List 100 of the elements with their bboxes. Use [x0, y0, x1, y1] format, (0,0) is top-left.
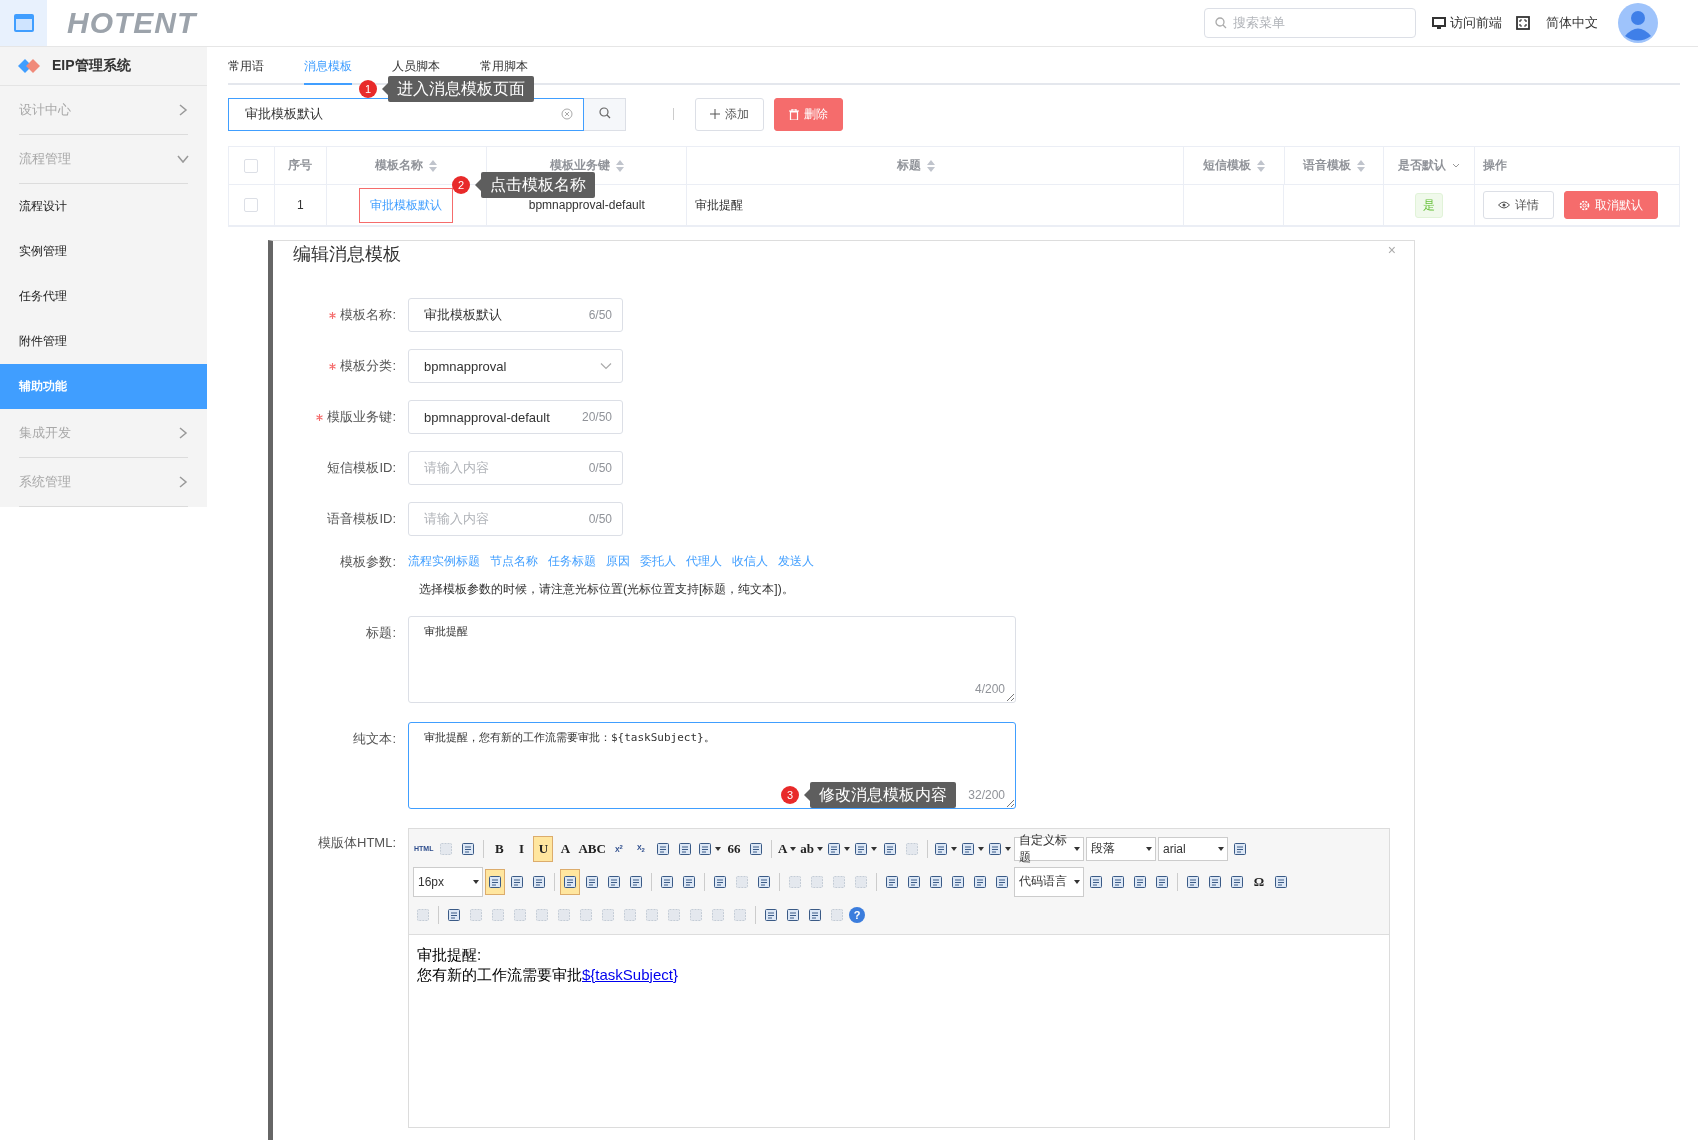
resize-handle-icon[interactable] [1006, 693, 1014, 701]
toolbar-icon [1233, 841, 1248, 856]
table-cell: bpmnapproval-default [528, 198, 645, 212]
hint-text: 选择模板参数的时候，请注意光标位置(光标位置支持[标题，纯文本])。 [418, 581, 795, 598]
annotation-tooltip: 进入消息模板页面 [388, 76, 534, 102]
table-cell: 审批提醒 [695, 196, 744, 214]
toolbar-icon [697, 841, 712, 856]
toolbar-icon [1089, 874, 1103, 889]
toolbar-button[interactable]: A [555, 835, 576, 862]
field-value: bpmnapproval [424, 358, 508, 374]
column-header: 模板业务键 [549, 157, 610, 174]
field-label: 模板分类: [340, 357, 396, 375]
input-field[interactable]: 审批模板默认 6/50 [408, 298, 623, 332]
fullscreen-icon[interactable] [1516, 16, 1530, 30]
required-asterisk-icon [329, 362, 337, 370]
toolbar-icon [563, 874, 577, 889]
plus-icon [710, 109, 720, 119]
toolbar-icon [585, 874, 599, 889]
toolbar-icon [557, 907, 571, 922]
column-header: 操作 [1482, 157, 1507, 174]
column-header: 语音模板 [1302, 157, 1351, 174]
column-header: 短信模板 [1202, 157, 1251, 174]
step-number-badge: 1 [359, 80, 377, 98]
select-field[interactable]: bpmnapproval [408, 349, 623, 383]
toolbar-dropdown[interactable]: arial [1158, 836, 1229, 861]
toolbar-button[interactable] [560, 868, 580, 895]
sidebar-item[interactable]: 实例管理 [0, 229, 207, 274]
toolbar-button[interactable]: A [776, 835, 798, 862]
field-value: bpmnapproval-default [424, 409, 551, 425]
toolbar-icon [1133, 874, 1147, 889]
toolbar-button[interactable]: U [533, 835, 554, 862]
char-counter: 32/200 [968, 788, 1005, 802]
resize-handle-icon[interactable] [1006, 799, 1014, 807]
toolbar-button[interactable]: I [511, 835, 532, 862]
char-counter: 0/50 [588, 461, 612, 475]
toolbar-dropdown[interactable]: 16px [413, 866, 483, 897]
tab[interactable]: 常用语 [228, 58, 264, 85]
toolbar-icon [973, 874, 987, 889]
toolbar-icon [713, 874, 727, 889]
toolbar-icon [1230, 874, 1244, 889]
required-asterisk-icon [316, 413, 324, 421]
chevron-down-icon [176, 154, 190, 164]
placeholder-text: 请输入内容 [424, 510, 490, 528]
visit-frontend-link[interactable]: 访问前端 [1432, 14, 1502, 32]
caret-icon[interactable] [1451, 162, 1460, 169]
trash-icon [789, 108, 799, 120]
char-counter: 4/200 [974, 682, 1005, 696]
toolbar-icon [1274, 874, 1288, 889]
diamond-logo-icon [18, 59, 40, 73]
char-counter: 0/50 [588, 512, 612, 526]
toolbar-icon [601, 907, 615, 922]
toolbar-icon [461, 841, 476, 856]
system-title: EIP管理系统 [52, 57, 131, 75]
add-button[interactable]: 添加 [695, 97, 764, 131]
dialog-title: 编辑消息模板 [293, 243, 401, 266]
variable-link[interactable]: ${taskSubject} [582, 966, 678, 983]
toolbar-button[interactable] [485, 868, 505, 895]
toolbar-button[interactable]: ab [799, 835, 825, 862]
toolbar-icon [854, 874, 868, 889]
chevron-right-icon [178, 103, 188, 117]
toolbar-dropdown[interactable]: 代码语言 [1014, 866, 1084, 897]
toolbar-button[interactable]: Ω [1249, 868, 1269, 895]
toolbar-icon [645, 907, 659, 922]
toolbar-icon [447, 907, 461, 922]
toolbar-icon [677, 841, 692, 856]
toolbar-icon [733, 907, 747, 922]
input-field[interactable]: bpmnapproval-default 20/50 [408, 400, 623, 434]
toolbar-button[interactable]: 66 [723, 835, 744, 862]
toolbar-icon [934, 841, 949, 856]
toolbar-icon [827, 841, 842, 856]
help-button[interactable]: ? [849, 906, 865, 923]
toolbar-icon [629, 874, 643, 889]
search-icon [598, 106, 611, 119]
toolbar-icon [832, 874, 846, 889]
char-counter: 6/50 [588, 308, 612, 322]
toolbar-button[interactable]: ABC [577, 835, 607, 862]
checkbox[interactable] [244, 198, 259, 212]
sidebar-item[interactable]: 流程设计 [0, 184, 207, 229]
toolbar-icon [469, 907, 483, 922]
field-label: 模板名称: [340, 306, 396, 324]
toolbar-button[interactable]: B [489, 835, 510, 862]
sidebar-item[interactable]: 附件管理 [0, 319, 207, 364]
details-button[interactable]: 详情 [1482, 191, 1554, 219]
field-label: 模版体HTML: [317, 834, 397, 852]
placeholder-text: 搜索菜单 [1233, 14, 1286, 32]
chevron-down-icon [600, 362, 612, 370]
checkbox[interactable] [244, 158, 259, 173]
toolbar-icon [416, 907, 430, 922]
avatar-icon[interactable] [1618, 3, 1658, 43]
gear-icon [1578, 199, 1590, 211]
tooltip-pointer-icon [804, 789, 810, 801]
toolbar-dropdown[interactable]: 自定义标题 [1014, 836, 1085, 861]
textarea-field[interactable]: 审批提醒 4/200 [408, 616, 1016, 703]
placeholder-text: 请输入内容 [424, 459, 490, 477]
toolbar-icon [535, 907, 549, 922]
field-label: 标题: [365, 624, 397, 642]
language-link[interactable]: 简体中文 [1546, 14, 1598, 32]
column-header: 模板名称 [375, 157, 424, 174]
sidebar-item[interactable]: 任务代理 [0, 274, 207, 319]
toolbar-dropdown[interactable]: 段落 [1086, 836, 1157, 861]
